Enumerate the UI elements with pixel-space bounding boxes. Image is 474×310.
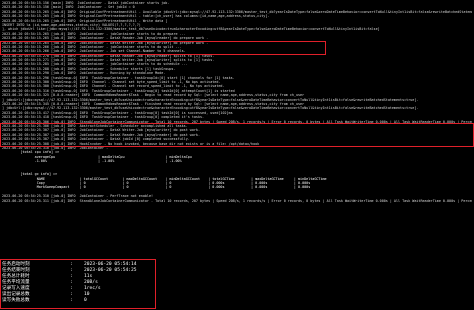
- summary-separator: :: [70, 298, 73, 303]
- terminal-window[interactable]: 2023-06-20 05:54:15.156 [main] INFO JobC…: [0, 0, 474, 310]
- summary-row: 读写失败总数: 0: [2, 298, 242, 304]
- log-line: 2023-06-20 05:54:25.311 [job-0] INFO Sta…: [2, 198, 472, 203]
- summary-value: 0: [84, 298, 87, 303]
- summary-label: 读写失败总数: [2, 298, 30, 303]
- highlight-box-write-sql: [0, 41, 326, 55]
- log-output: 2023-06-20 05:54:15.156 [main] INFO JobC…: [2, 1, 472, 203]
- highlight-box-read-sql: [0, 123, 474, 147]
- job-summary: 任务启动时刻:2023-06-20 05:54:14 任务结束时刻:2023-06…: [2, 262, 242, 304]
